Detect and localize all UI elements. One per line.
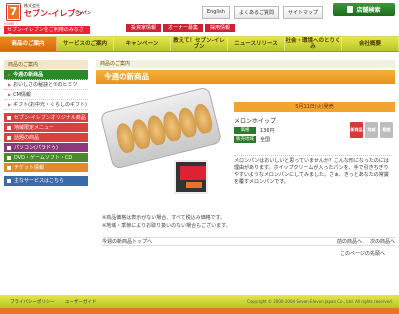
privacy-policy-link[interactable]: プライバシーポリシー — [10, 299, 55, 305]
sitemap-link[interactable]: サイトマップ — [282, 6, 323, 19]
arrow-icon: ▶ — [8, 91, 12, 97]
category-label: 地域限定メニュー — [14, 124, 55, 131]
category-pc[interactable]: パソコン(パラドゥ) — [4, 143, 88, 153]
sidebar-item-label: CM情報 — [13, 91, 31, 98]
category-label: DVD・ゲームソフト・CD — [14, 154, 73, 161]
sidebar-item-label: 今週の新商品 — [13, 71, 44, 78]
seven-eleven-logo[interactable]: 7 — [6, 3, 21, 21]
product-nav: 今週の新商品トップへ 前の商品へ 次の商品へ — [102, 237, 395, 246]
services-label: 主なサービスはこちら — [14, 178, 65, 184]
release-date: 5月11日(火)発売 — [234, 102, 395, 112]
region-badge: 地域 — [365, 122, 378, 138]
category-dvd[interactable]: DVD・ゲームソフト・CD — [4, 153, 88, 163]
brand-suffix: ジャパン — [75, 10, 91, 15]
square-icon — [7, 179, 11, 183]
store-search-label: 店舗検索 — [356, 7, 381, 14]
nav-campaign[interactable]: キャンペーン — [114, 37, 171, 51]
prev-product-link[interactable]: 前の商品へ — [337, 238, 362, 245]
arrow-icon: ▶ — [8, 81, 12, 87]
user-guide-link[interactable]: ユーザーガイド — [65, 299, 96, 305]
sidebar-head: 商品のご案内 — [4, 60, 88, 70]
arrow-icon: ▶ — [8, 71, 12, 77]
sidebar: 商品のご案内 ▶ 今週の新商品 ▶ おいしさの秘訣と⑦のヒミツ ▶ CM情報 ▶… — [4, 60, 88, 186]
area-value: 全国 — [260, 137, 271, 143]
main-content: 商品のご案内 今週の新商品 5月11日(火)発売 メロンホイップ 価格 136円 — [96, 60, 395, 257]
square-icon — [7, 135, 11, 140]
product-name: メロンホイップ — [234, 118, 277, 125]
tab-careers[interactable]: 採用情報 — [205, 24, 236, 32]
arrow-icon: ▶ — [8, 101, 12, 107]
category-label: チケット情報 — [14, 164, 45, 171]
nav-news[interactable]: ニュースリリース — [228, 37, 285, 51]
nav-products[interactable]: 商品のご案内 — [0, 37, 57, 51]
category-label: セブン-イレブンオリジナル商品 — [14, 114, 86, 121]
footer-bottom-bar — [0, 308, 399, 314]
services-link[interactable]: 主なサービスはこちら — [4, 176, 88, 186]
nav-services[interactable]: サービスのご案内 — [57, 37, 114, 51]
square-icon — [7, 115, 11, 120]
english-link[interactable]: English — [201, 6, 230, 19]
nav-csr[interactable]: 社会・環境へのとりくみ — [285, 37, 342, 51]
back-to-top-products-link[interactable]: 今週の新商品トップへ — [102, 238, 152, 245]
footer-links: プライバシーポリシー ユーザーガイド — [0, 299, 96, 305]
category-label: パソコン(パラドゥ) — [14, 144, 58, 151]
period-badge: 期間 — [380, 122, 393, 138]
square-icon — [7, 125, 11, 130]
tab-investors[interactable]: 投資家情報 — [126, 24, 162, 32]
category-label: 話題の商品 — [14, 134, 40, 141]
category-regional[interactable]: 地域限定メニュー — [4, 123, 88, 133]
sidebar-item-new-products[interactable]: ▶ 今週の新商品 — [4, 70, 88, 80]
page-top-link[interactable]: このページの先頭へ — [340, 250, 385, 257]
footer: プライバシーポリシー ユーザーガイド Copyright © 2000-2004… — [0, 295, 399, 308]
welcome-tab[interactable]: セブン-イレブンをご利用のみなさま — [4, 26, 90, 39]
note-price: ※商品価格は表示がない場合、すべて税込み価格です。 — [102, 215, 226, 221]
copyright: Copyright © 2000-2004 Seven-Eleven Japan… — [247, 299, 393, 304]
global-nav: 商品のご案内 サービスのご案内 キャンペーン 教えて！セブン-イレブン ニュース… — [0, 36, 399, 52]
badges: 新商品 地域 期間 — [350, 122, 393, 138]
page-title: 今週の新商品 — [96, 70, 395, 84]
nav-ask[interactable]: 教えて！セブン-イレブン — [171, 37, 228, 51]
sidebar-item-secret[interactable]: ▶ おいしさの秘訣と⑦のヒミツ — [4, 80, 88, 90]
square-icon — [7, 165, 11, 170]
store-search-button[interactable]: 店舗検索 — [333, 3, 395, 16]
tab-owner-recruit[interactable]: オーナー募集 — [163, 24, 204, 32]
corporate-tabs: 投資家情報 オーナー募集 採用情報 — [126, 24, 236, 32]
square-icon — [7, 155, 11, 160]
top-links: English よくあるご質問 サイトマップ — [201, 6, 323, 19]
price-label: 価格 — [234, 127, 256, 134]
notes: ※商品価格は表示がない場合、すべて税込み価格です。 ※地域・季節によりお取り扱い… — [102, 214, 231, 230]
category-tickets[interactable]: チケット情報 — [4, 163, 88, 173]
page: 7 株式会社 セブン-イレブン ジャパン English よくあるご質問 サイト… — [0, 0, 399, 314]
nav-company[interactable]: 会社概要 — [342, 37, 399, 51]
package-photo — [174, 160, 208, 194]
section-header: 商品のご案内 — [96, 60, 395, 68]
product-image — [99, 86, 223, 206]
area-label: 販売地域 — [234, 136, 256, 143]
category-original[interactable]: セブン-イレブンオリジナル商品 — [4, 113, 88, 123]
product-description: メロンパンはおいしいと思っていませんか？こんな形になったのには理由があります。ホ… — [234, 155, 392, 186]
sidebar-item-label: おいしさの秘訣と⑦のヒミツ — [13, 81, 78, 88]
sidebar-item-cm[interactable]: ▶ CM情報 — [4, 90, 88, 100]
sidebar-item-label: ギフト(お中元・くらしのギフト) — [13, 101, 87, 108]
note-region: ※地域・季節によりお取り扱いのない場合もございます。 — [102, 223, 231, 229]
square-icon — [7, 145, 11, 150]
category-trending[interactable]: 話題の商品 — [4, 133, 88, 143]
faq-link[interactable]: よくあるご質問 — [233, 6, 279, 19]
product-photo — [99, 86, 223, 170]
shopping-bag-icon — [347, 6, 354, 13]
product-spec: 価格 136円 販売地域 全国 — [234, 127, 275, 143]
price-value: 136円 — [260, 128, 275, 134]
next-product-link[interactable]: 次の商品へ — [370, 238, 395, 245]
sidebar-item-gift[interactable]: ▶ ギフト(お中元・くらしのギフト) — [4, 100, 88, 110]
new-badge: 新商品 — [350, 122, 363, 138]
